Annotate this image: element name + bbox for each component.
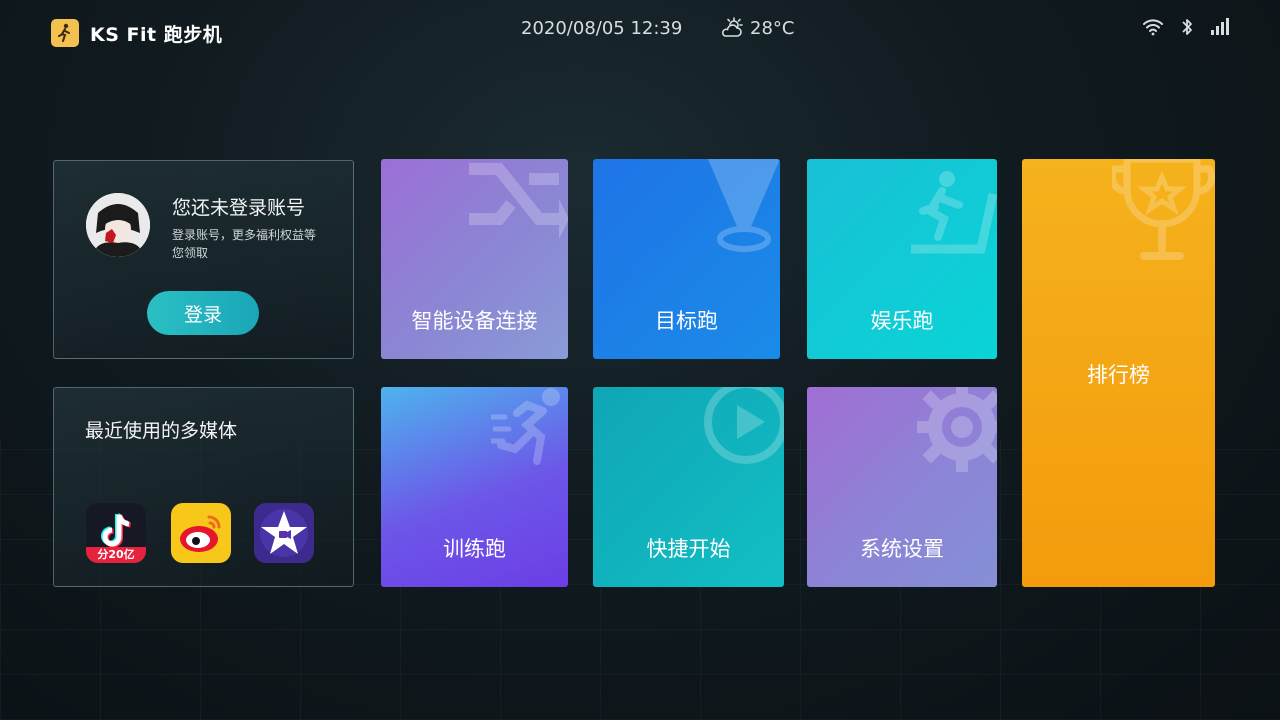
login-subtitle: 登录账号，更多福利权益等您领取 bbox=[172, 228, 317, 260]
sprinter-icon bbox=[491, 388, 560, 465]
play-circle-icon bbox=[704, 387, 784, 464]
app-title: KS Fit 跑步机 bbox=[90, 24, 223, 46]
tile-leaderboard[interactable]: 排行榜 bbox=[1022, 159, 1215, 587]
tile-target-run[interactable]: 目标跑 bbox=[593, 159, 780, 359]
weibo-app-icon[interactable] bbox=[171, 503, 231, 563]
runner-logo-icon bbox=[51, 19, 79, 47]
login-button[interactable]: 登录 bbox=[147, 291, 259, 335]
tile-training-run[interactable]: 训练跑 bbox=[381, 387, 568, 587]
tile-label: 系统设置 bbox=[860, 537, 944, 561]
temperature: 28°C bbox=[750, 18, 795, 39]
signal-icon bbox=[1211, 18, 1229, 35]
tile-entertainment-run[interactable]: 娱乐跑 bbox=[807, 159, 997, 359]
trophy-icon bbox=[1112, 159, 1215, 260]
tile-system-settings[interactable]: 系统设置 bbox=[807, 387, 997, 587]
weather-partly-sunny-icon bbox=[721, 17, 743, 37]
treadmill-runner-icon bbox=[911, 171, 997, 254]
douyin-badge: 分20亿 bbox=[97, 548, 135, 561]
bluetooth-icon bbox=[1182, 19, 1192, 35]
tile-label: 训练跑 bbox=[443, 537, 506, 561]
tile-label: 娱乐跑 bbox=[870, 309, 934, 333]
status-bar: KS Fit 跑步机 2020/08/05 12:39 28°C bbox=[0, 0, 1280, 64]
tile-label: 排行榜 bbox=[1087, 363, 1150, 387]
tile-smart-device-connect[interactable]: 智能设备连接 bbox=[381, 159, 568, 359]
login-title: 您还未登录账号 bbox=[172, 197, 306, 219]
avatar bbox=[86, 193, 150, 257]
tile-label: 智能设备连接 bbox=[411, 309, 538, 333]
wifi-icon bbox=[1143, 19, 1163, 36]
gear-icon bbox=[917, 387, 997, 472]
datetime: 2020/08/05 12:39 bbox=[521, 18, 683, 39]
shuffle-icon bbox=[469, 163, 568, 239]
recent-media-card: 最近使用的多媒体 分20亿 bbox=[53, 387, 354, 587]
tile-quick-start[interactable]: 快捷开始 bbox=[593, 387, 784, 587]
status-icons bbox=[1142, 17, 1230, 37]
imovie-app-icon[interactable] bbox=[254, 503, 314, 563]
recent-media-title: 最近使用的多媒体 bbox=[85, 420, 238, 442]
douyin-app-icon[interactable]: 分20亿 bbox=[86, 503, 146, 563]
tile-label: 快捷开始 bbox=[646, 537, 731, 561]
tile-label: 目标跑 bbox=[655, 309, 718, 333]
location-pin-icon bbox=[708, 159, 780, 252]
login-card: 您还未登录账号 登录账号，更多福利权益等您领取 登录 bbox=[53, 160, 354, 359]
